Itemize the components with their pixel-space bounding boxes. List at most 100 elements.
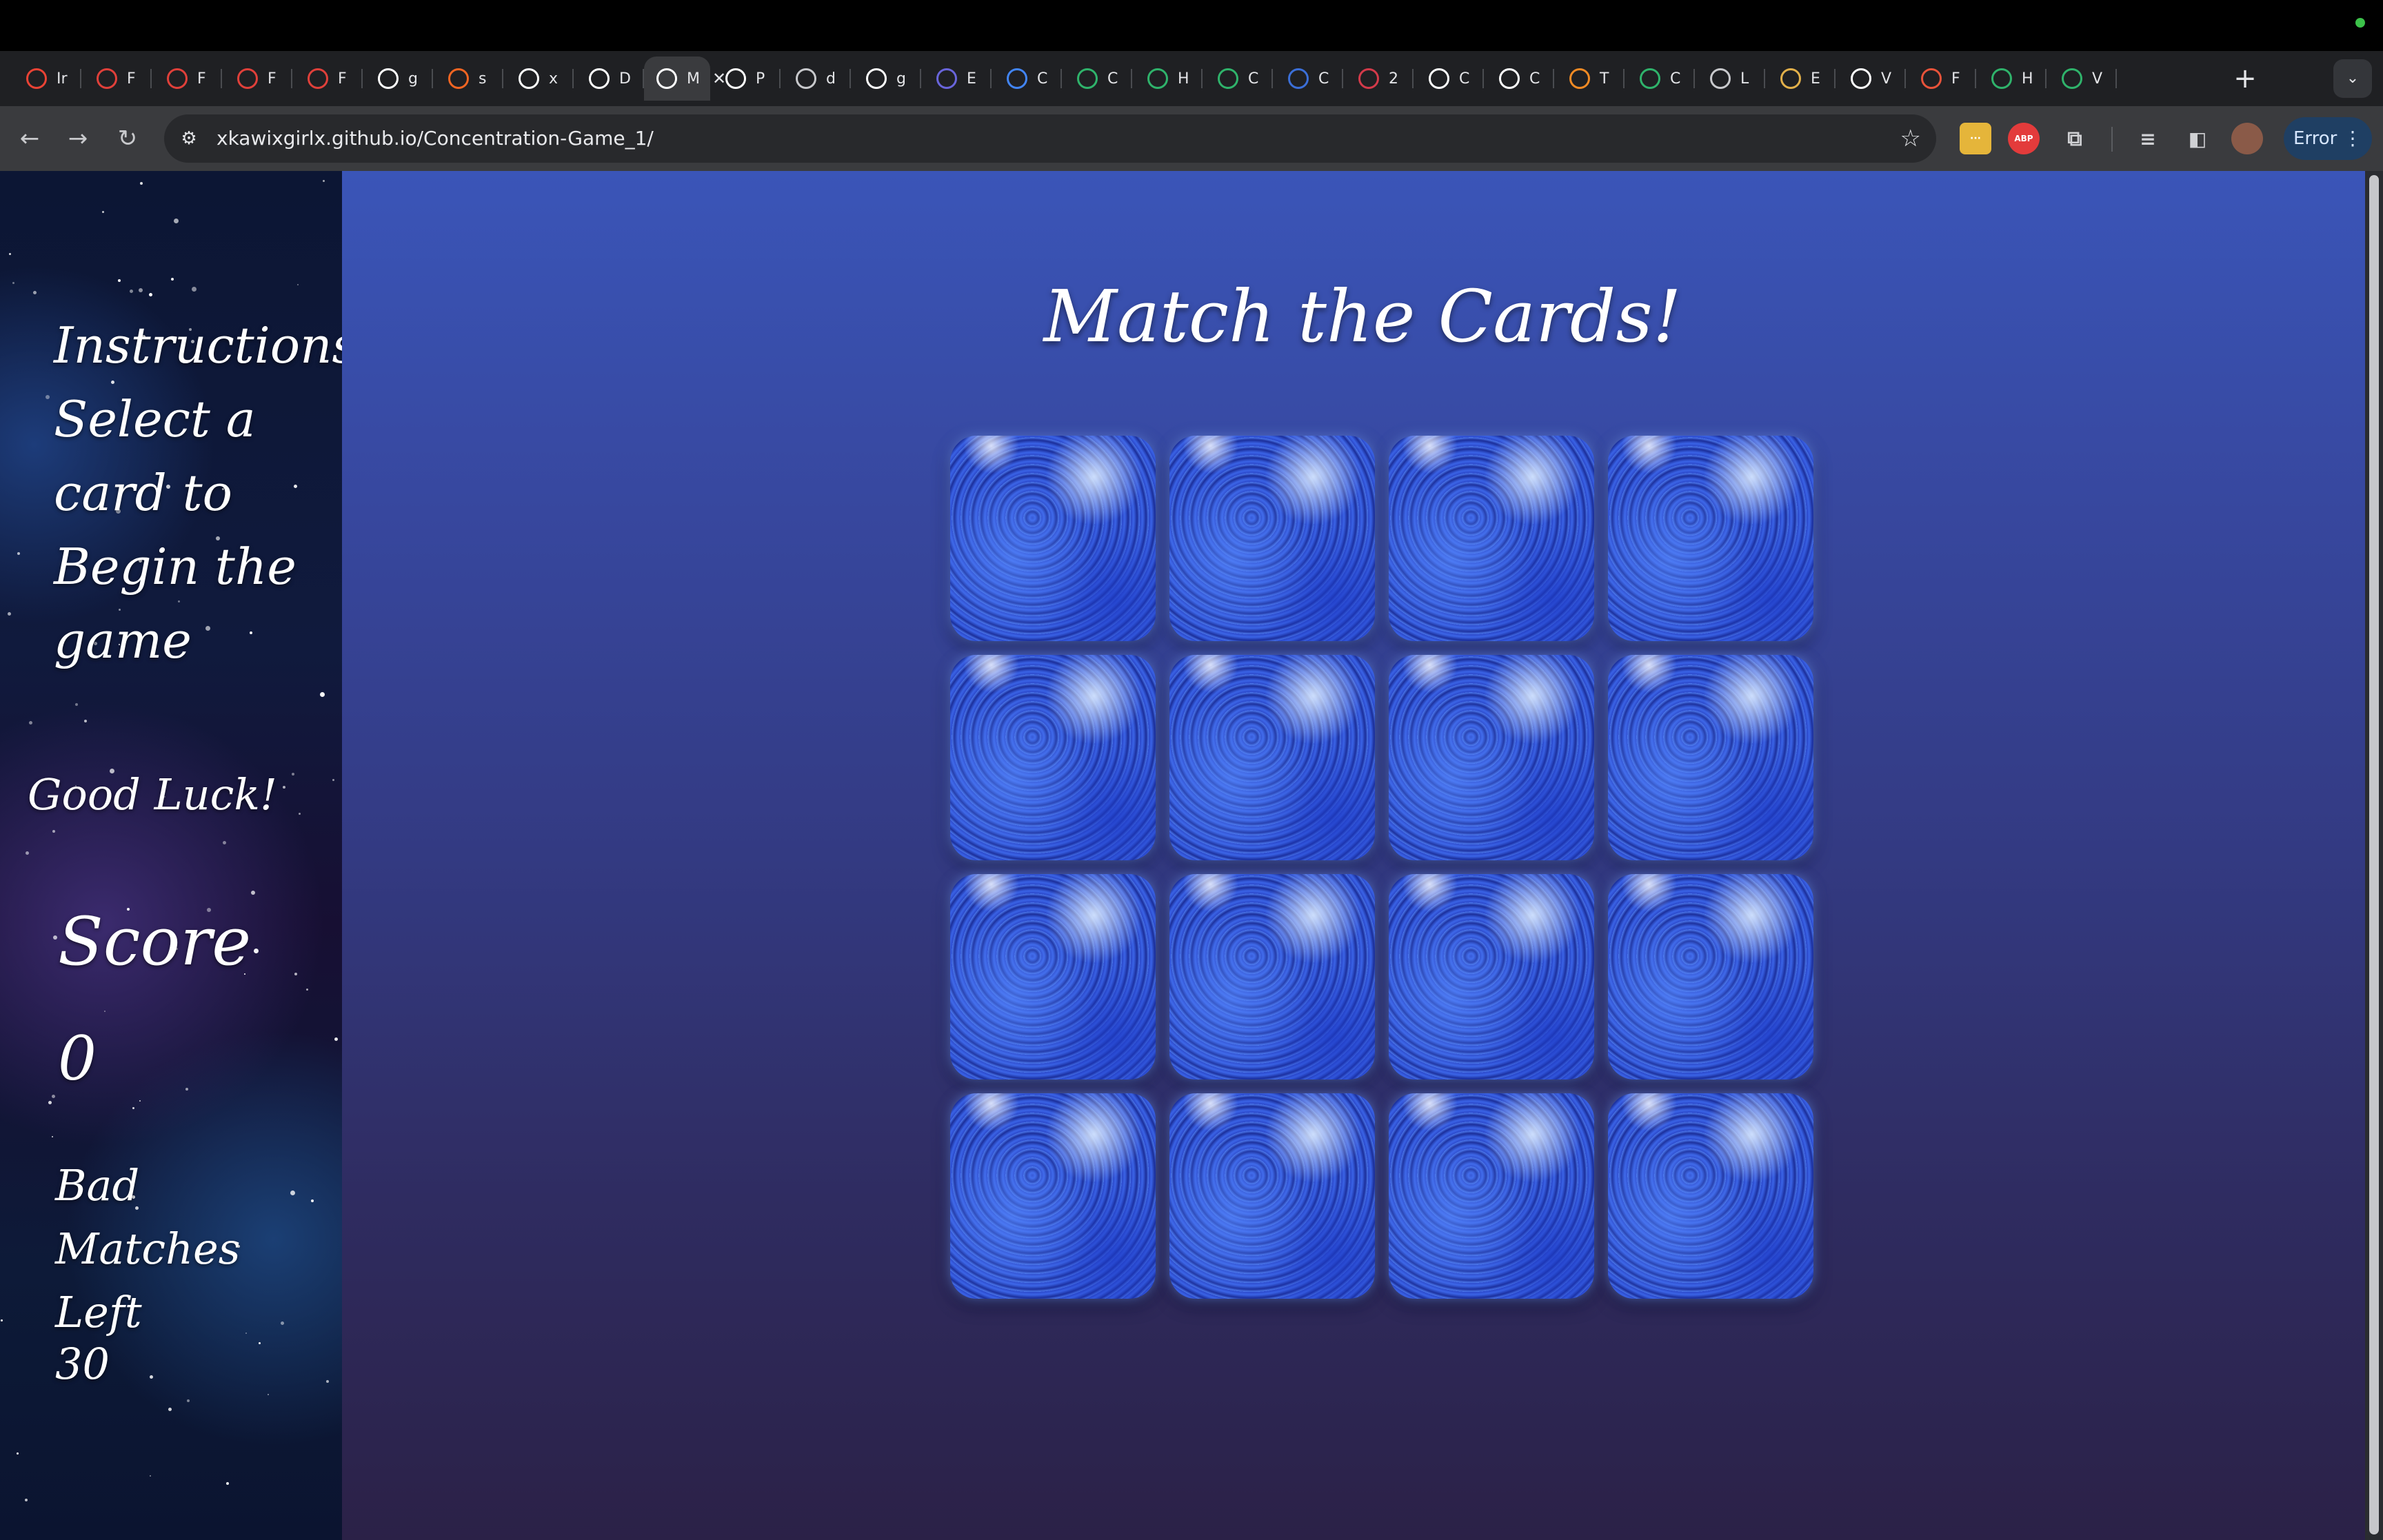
- reload-button[interactable]: ↻: [109, 120, 146, 157]
- star-decoration: [311, 1199, 314, 1202]
- browser-tab[interactable]: C: [1625, 57, 1695, 101]
- browser-tab[interactable]: F: [292, 57, 363, 101]
- memory-card[interactable]: [1169, 655, 1375, 860]
- github-icon: [866, 68, 887, 89]
- browser-tab[interactable]: C: [992, 57, 1062, 101]
- profile-avatar[interactable]: [2231, 123, 2263, 154]
- tab-title: g: [408, 70, 418, 88]
- browser-tab[interactable]: s: [433, 57, 503, 101]
- browser-tab[interactable]: g: [851, 57, 921, 101]
- browser-tab[interactable]: M ✕: [644, 57, 726, 101]
- browser-tab[interactable]: 2: [1343, 57, 1414, 101]
- star-decoration: [323, 180, 325, 182]
- tab-title: T: [1600, 70, 1609, 88]
- scrollbar-thumb[interactable]: [2369, 175, 2379, 1534]
- browser-tab[interactable]: C: [1062, 57, 1132, 101]
- memory-card[interactable]: [1389, 1093, 1594, 1299]
- browser-tab[interactable]: d: [781, 57, 851, 101]
- memory-card[interactable]: [950, 1093, 1156, 1299]
- memory-card[interactable]: [950, 874, 1156, 1080]
- browser-tab[interactable]: F: [222, 57, 292, 101]
- star-decoration: [130, 290, 133, 293]
- browser-tab[interactable]: C: [1414, 57, 1484, 101]
- score-value: 0: [58, 1023, 97, 1094]
- error-label: Error: [2293, 128, 2337, 149]
- star-decoration: [168, 1408, 172, 1411]
- browser-tab[interactable]: E: [1765, 57, 1836, 101]
- tab-title: F: [1951, 70, 1960, 88]
- opera-icon: [1358, 68, 1379, 89]
- browser-tab[interactable]: T: [1554, 57, 1625, 101]
- error-button[interactable]: Error ⋮: [2284, 117, 2372, 160]
- star-decoration: [139, 1100, 141, 1102]
- globe-icon: [796, 68, 816, 89]
- forward-button[interactable]: →: [59, 120, 97, 157]
- star-decoration: [118, 279, 121, 282]
- browser-tab[interactable]: V: [1836, 57, 1906, 101]
- memory-card[interactable]: [950, 436, 1156, 641]
- tab-title: C: [1107, 70, 1118, 88]
- star-decoration: [320, 692, 325, 697]
- star-decoration: [84, 720, 87, 722]
- scrollbar[interactable]: [2365, 171, 2383, 1540]
- memory-card[interactable]: [1169, 874, 1375, 1080]
- score-label: Score: [58, 903, 252, 980]
- globe-icon: [1710, 68, 1731, 89]
- browser-tab[interactable]: C: [1203, 57, 1273, 101]
- tab-title: C: [1318, 70, 1329, 88]
- good-luck-text: Good Luck!: [28, 769, 277, 820]
- tab-title: C: [1670, 70, 1681, 88]
- bookmark-star-icon[interactable]: ☆: [1900, 114, 1921, 163]
- browser-tab[interactable]: C: [1484, 57, 1554, 101]
- page-icon: [656, 68, 677, 89]
- memory-card[interactable]: [1389, 874, 1594, 1080]
- star-decoration: [12, 282, 14, 284]
- browser-tab[interactable]: F: [81, 57, 152, 101]
- browser-tab[interactable]: L: [1695, 57, 1765, 101]
- memory-card[interactable]: [1389, 436, 1594, 641]
- tab-title: F: [338, 70, 347, 88]
- memory-card[interactable]: [1389, 655, 1594, 860]
- site-info-icon[interactable]: ⚙: [172, 122, 205, 155]
- browser-tab[interactable]: x: [503, 57, 574, 101]
- extensions-puzzle-icon[interactable]: ⧉: [2059, 123, 2091, 154]
- memory-card[interactable]: [1608, 874, 1813, 1080]
- browser-tab[interactable]: V: [2047, 57, 2117, 101]
- side-panel-icon[interactable]: ◧: [2182, 123, 2213, 154]
- media-controls-icon[interactable]: ≡: [2132, 123, 2164, 154]
- browser-tab[interactable]: H: [1976, 57, 2047, 101]
- browser-tab[interactable]: H: [1132, 57, 1203, 101]
- star-decoration: [53, 935, 57, 940]
- browser-tab[interactable]: F: [1906, 57, 1976, 101]
- tab-title: D: [619, 70, 631, 88]
- tab-title: x: [549, 70, 559, 88]
- sticky-notes-icon[interactable]: ···: [1960, 123, 1991, 154]
- card-grid: [950, 436, 1813, 1299]
- browser-tab[interactable]: P: [710, 57, 781, 101]
- sourcetree-icon: [448, 68, 469, 89]
- browser-tab[interactable]: E: [921, 57, 992, 101]
- new-tab-button[interactable]: +: [2227, 61, 2263, 97]
- browser-tab[interactable]: F: [152, 57, 222, 101]
- browser-tab[interactable]: D: [574, 57, 644, 101]
- memory-card[interactable]: [950, 655, 1156, 860]
- browser-toolbar: ← → ↻ ⚙ xkawixgirlx.github.io/Concentrat…: [0, 106, 2383, 171]
- browser-tab[interactable]: C: [1273, 57, 1343, 101]
- memory-card[interactable]: [1169, 436, 1375, 641]
- kebab-menu-icon: ⋮: [2343, 127, 2362, 150]
- tab-search-button[interactable]: ⌄: [2333, 59, 2372, 98]
- memory-card[interactable]: [1169, 1093, 1375, 1299]
- gmail-icon: [26, 68, 47, 89]
- address-text[interactable]: xkawixgirlx.github.io/Concentration-Game…: [217, 114, 654, 163]
- tab-title: F: [127, 70, 136, 88]
- memory-card[interactable]: [1608, 436, 1813, 641]
- browser-tab[interactable]: g: [363, 57, 433, 101]
- wix-icon: [1147, 68, 1168, 89]
- browser-tab[interactable]: Ir: [11, 57, 81, 101]
- memory-card[interactable]: [1608, 1093, 1813, 1299]
- adblock-icon[interactable]: ABP: [2008, 123, 2040, 154]
- address-bar[interactable]: ⚙ xkawixgirlx.github.io/Concentration-Ga…: [164, 114, 1936, 163]
- memory-card[interactable]: [1608, 655, 1813, 860]
- tab-title: P: [756, 70, 765, 88]
- back-button[interactable]: ←: [11, 120, 48, 157]
